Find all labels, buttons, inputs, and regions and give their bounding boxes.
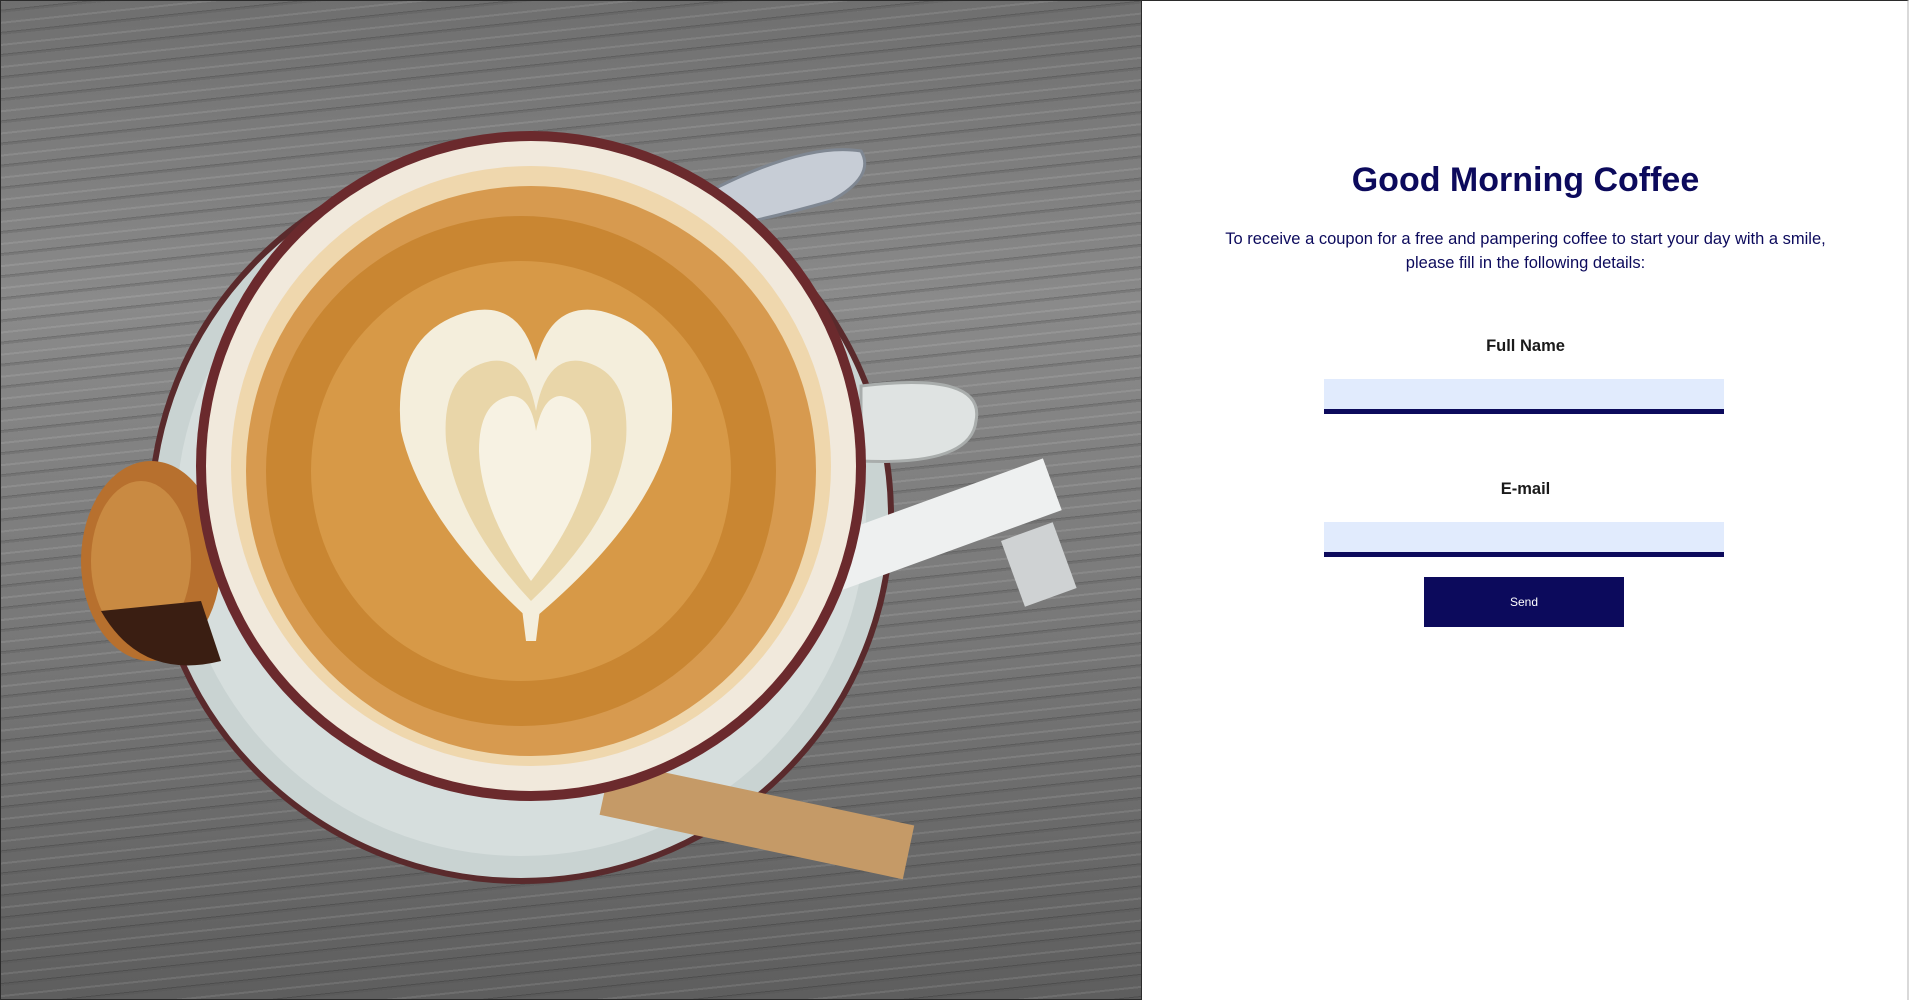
signup-form-panel: Good Morning Coffee To receive a coupon … <box>1142 0 1909 1000</box>
page: Good Morning Coffee To receive a coupon … <box>0 0 1909 1000</box>
coffee-photo <box>0 0 1142 1000</box>
intro-line-1: To receive a coupon for a free and pampe… <box>1225 230 1826 248</box>
email-label: E-mail <box>1500 480 1551 498</box>
page-title: Good Morning Coffee <box>1351 161 1700 199</box>
intro-line-2: please fill in the following details: <box>1405 254 1646 272</box>
intro-text: To receive a coupon for a free and pampe… <box>1202 227 1849 275</box>
coffee-latte-art-photo-icon <box>81 131 1077 884</box>
full-name-input[interactable] <box>1324 379 1724 414</box>
email-input[interactable] <box>1324 522 1724 557</box>
send-button[interactable]: Send <box>1424 577 1624 627</box>
full-name-label: Full Name <box>1486 337 1565 355</box>
